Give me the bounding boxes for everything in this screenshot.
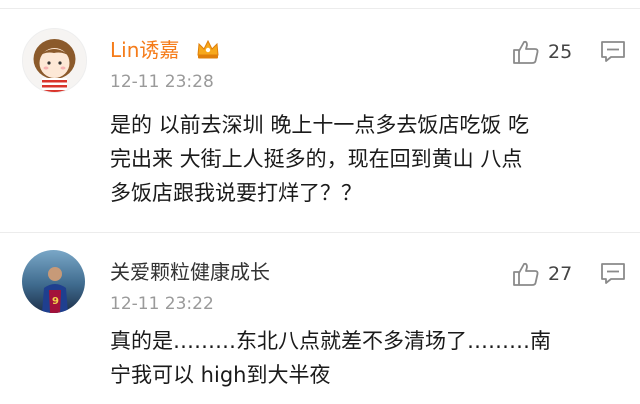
comment-bubble-icon[interactable]: [600, 262, 626, 286]
username[interactable]: Lin诱嘉: [110, 38, 179, 62]
crown-vip-badge-icon: [196, 38, 220, 60]
comment-bubble-icon[interactable]: [600, 40, 626, 64]
comment-timestamp: 12-11 23:22: [110, 294, 214, 314]
like-count: 25: [548, 41, 573, 63]
like-count: 27: [548, 263, 573, 285]
comment-timestamp: 12-11 23:28: [110, 72, 214, 92]
avatar[interactable]: [22, 28, 87, 93]
comment-text: 真的是………东北八点就差不多清场了………南 宁我可以 high到大半夜: [110, 329, 551, 387]
comment-text: 是的 以前去深圳 晚上十一点多去饭店吃饭 吃 完出来 大街上人挺多的，现在回到黄…: [110, 113, 530, 205]
username[interactable]: 关爱颗粒健康成长: [110, 260, 270, 284]
avatar[interactable]: 9: [22, 250, 85, 313]
comment-item: Lin诱嘉 12-11 23:28 25 是的 以前去深圳 晚上十一点多去饭店吃…: [0, 0, 640, 232]
thumbs-up-icon[interactable]: [512, 261, 540, 287]
svg-text:9: 9: [52, 296, 59, 307]
thumbs-up-icon[interactable]: [512, 39, 540, 65]
comment-item: 9 关爱颗粒健康成长 12-11 23:22 27 真的是………东北八点就差不多…: [0, 232, 640, 404]
